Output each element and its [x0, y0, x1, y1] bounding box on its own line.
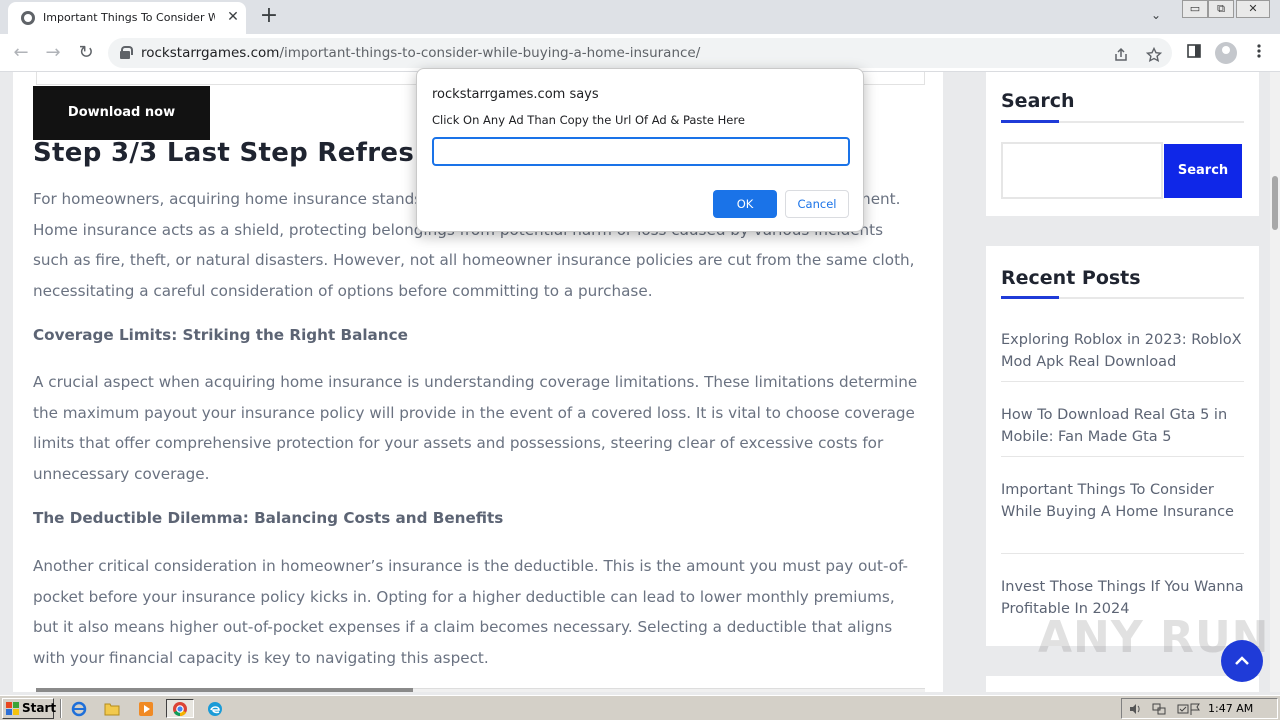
chevron-up-icon: [1235, 656, 1249, 665]
profile-icon[interactable]: [1215, 42, 1237, 64]
network-icon[interactable]: [1152, 702, 1166, 716]
search-widget-title: Search: [1001, 90, 1075, 112]
edge-icon[interactable]: [205, 699, 225, 718]
url-path: /important-things-to-consider-while-buyi…: [279, 45, 701, 61]
flag-icon[interactable]: [1188, 702, 1202, 716]
system-tray: 1:47 AM: [1121, 698, 1278, 719]
search-input[interactable]: [1001, 142, 1163, 199]
page-scrollbar[interactable]: [1270, 72, 1280, 692]
ok-button[interactable]: OK: [713, 190, 777, 218]
chevron-down-icon[interactable]: ⌄: [1151, 8, 1161, 22]
url-domain: rockstarrgames.com: [141, 45, 280, 61]
new-tab-button[interactable]: +: [257, 5, 281, 29]
volume-icon[interactable]: [1128, 702, 1142, 716]
recent-post-link[interactable]: Exploring Roblox in 2023: RobloX Mod Apk…: [1001, 329, 1244, 373]
coverage-paragraph: A crucial aspect when acquiring home ins…: [33, 373, 918, 483]
scroll-thumb[interactable]: [1272, 176, 1278, 230]
post-divider: [1001, 381, 1244, 382]
start-button[interactable]: Start: [2, 698, 57, 719]
globe-icon: [21, 11, 35, 25]
tab-close-icon[interactable]: ✕: [224, 8, 242, 26]
star-icon[interactable]: [1144, 46, 1164, 67]
ad-banner: [413, 688, 925, 692]
deductible-paragraph: Another critical consideration in homeow…: [33, 557, 909, 667]
title-underline: [1001, 120, 1059, 123]
title-underline: [1001, 296, 1059, 299]
forward-button[interactable]: →: [41, 41, 65, 65]
next-widget: [986, 676, 1259, 692]
download-now-button[interactable]: Download now: [33, 86, 210, 140]
dialog-message: Click On Any Ad Than Copy the Url Of Ad …: [432, 113, 745, 127]
share-icon[interactable]: [1111, 47, 1131, 67]
ie-icon[interactable]: [69, 699, 89, 718]
folder-icon[interactable]: [102, 699, 122, 718]
back-to-top-button[interactable]: [1221, 640, 1263, 682]
recent-post-link[interactable]: How To Download Real Gta 5 in Mobile: Fa…: [1001, 404, 1244, 448]
recent-posts-widget: Recent Posts Exploring Roblox in 2023: R…: [986, 246, 1259, 646]
dialog-title: rockstarrgames.com says: [432, 87, 599, 102]
browser-toolbar: ← → ↻ rockstarrgames.com/important-thing…: [0, 34, 1280, 72]
chrome-icon[interactable]: [166, 699, 194, 718]
minimize-button[interactable]: ▭: [1182, 0, 1208, 18]
widget-divider: [1001, 120, 1244, 123]
reload-button[interactable]: ↻: [74, 41, 98, 65]
browser-tab[interactable]: Important Things To Consider While B ✕: [8, 2, 246, 34]
tab-strip: Important Things To Consider While B ✕ +…: [0, 0, 1280, 34]
windows-logo-icon: [6, 702, 19, 715]
url-text[interactable]: rockstarrgames.com/important-things-to-c…: [141, 45, 700, 61]
post-divider: [1001, 456, 1244, 457]
widget-divider: [1001, 296, 1244, 299]
dialog-input[interactable]: [432, 137, 850, 166]
clock: 1:47 AM: [1208, 702, 1254, 715]
menu-icon[interactable]: [1249, 43, 1269, 63]
media-player-icon[interactable]: [136, 699, 156, 718]
tab-title: Important Things To Consider While B: [43, 11, 215, 24]
search-button[interactable]: Search: [1164, 144, 1242, 198]
address-bar[interactable]: rockstarrgames.com/important-things-to-c…: [108, 38, 1172, 68]
recent-post-link[interactable]: Important Things To Consider While Buyin…: [1001, 479, 1244, 523]
back-button[interactable]: ←: [9, 41, 33, 65]
cancel-button[interactable]: Cancel: [785, 190, 849, 218]
taskbar-divider: [60, 699, 62, 718]
recent-posts-title: Recent Posts: [1001, 267, 1141, 289]
prompt-dialog: rockstarrgames.com says Click On Any Ad …: [416, 68, 864, 232]
subheading-coverage: Coverage Limits: Striking the Right Bala…: [33, 326, 408, 344]
sidebar-icon[interactable]: [1184, 43, 1204, 63]
search-widget: Search Search: [986, 72, 1259, 216]
start-label: Start: [22, 701, 57, 715]
article-image: [36, 688, 413, 692]
restore-button[interactable]: ⧉: [1208, 0, 1234, 18]
close-window-button[interactable]: ✕: [1236, 0, 1270, 18]
subheading-deductible: The Deductible Dilemma: Balancing Costs …: [33, 509, 504, 527]
lock-icon[interactable]: [120, 46, 133, 59]
taskbar: Start 1:47 AM: [0, 695, 1280, 720]
post-divider: [1001, 553, 1244, 554]
